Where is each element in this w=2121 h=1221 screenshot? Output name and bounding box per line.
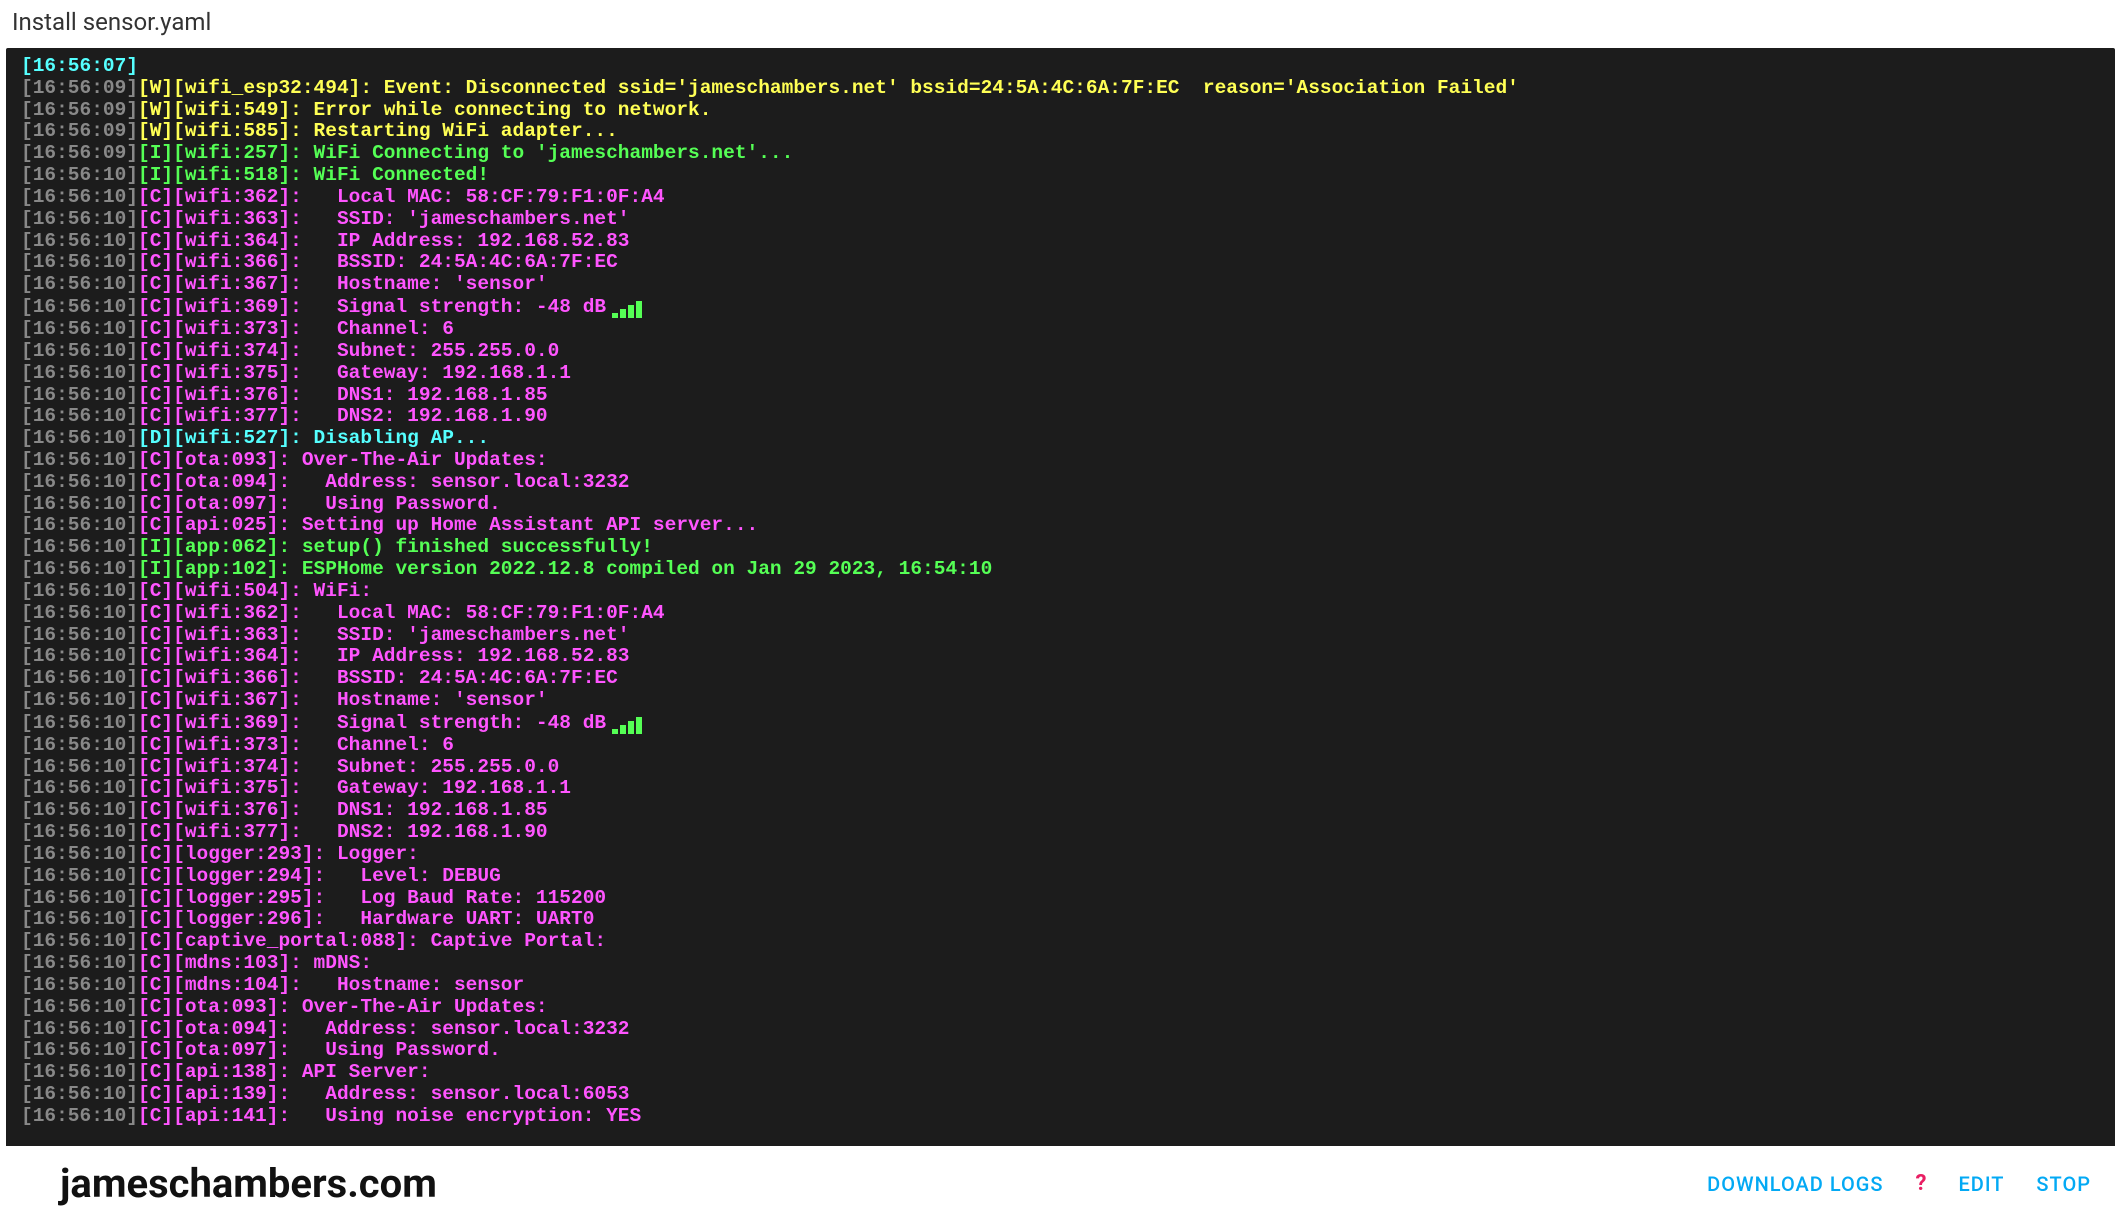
log-line: [16:56:10][C][logger:296]: Hardware UART… <box>21 909 2100 931</box>
log-line: [16:56:10][I][wifi:518]: WiFi Connected! <box>21 165 2100 187</box>
log-line: [16:56:10][C][logger:293]: Logger: <box>21 844 2100 866</box>
log-line: [16:56:10][C][api:141]: Using noise encr… <box>21 1106 2100 1128</box>
dialog-title: Install sensor.yaml <box>0 0 2121 44</box>
footer-bar: jameschambers.com DOWNLOAD LOGS ? EDIT S… <box>0 1146 2121 1221</box>
log-line: [16:56:10][C][captive_portal:088]: Capti… <box>21 931 2100 953</box>
log-line: [16:56:10][C][wifi:367]: Hostname: 'sens… <box>21 274 2100 296</box>
log-line: [16:56:10][C][ota:093]: Over-The-Air Upd… <box>21 450 2100 472</box>
log-line: [16:56:10][C][wifi:362]: Local MAC: 58:C… <box>21 187 2100 209</box>
log-line: [16:56:10][C][wifi:377]: DNS2: 192.168.1… <box>21 822 2100 844</box>
log-line: [16:56:09][I][wifi:257]: WiFi Connecting… <box>21 143 2100 165</box>
log-line: [16:56:10][C][ota:093]: Over-The-Air Upd… <box>21 997 2100 1019</box>
log-line: [16:56:10][C][ota:097]: Using Password. <box>21 1040 2100 1062</box>
log-line: [16:56:10][C][ota:094]: Address: sensor.… <box>21 1019 2100 1041</box>
stop-button[interactable]: STOP <box>2036 1172 2091 1196</box>
log-line: [16:56:09][W][wifi:585]: Restarting WiFi… <box>21 121 2100 143</box>
log-line: [16:56:10][C][wifi:364]: IP Address: 192… <box>21 646 2100 668</box>
log-line: [16:56:10][C][api:138]: API Server: <box>21 1062 2100 1084</box>
log-line: [16:56:10][C][wifi:362]: Local MAC: 58:C… <box>21 603 2100 625</box>
log-line: [16:56:10][C][wifi:374]: Subnet: 255.255… <box>21 757 2100 779</box>
log-line: [16:56:09][W][wifi_esp32:494]: Event: Di… <box>21 78 2100 100</box>
log-line: [16:56:10][C][wifi:363]: SSID: 'jamescha… <box>21 625 2100 647</box>
log-line: [16:56:10][C][wifi:374]: Subnet: 255.255… <box>21 341 2100 363</box>
log-line: [16:56:10][I][app:062]: setup() finished… <box>21 537 2100 559</box>
edit-button[interactable]: EDIT <box>1958 1172 2004 1196</box>
log-line: [16:56:10][C][wifi:376]: DNS1: 192.168.1… <box>21 800 2100 822</box>
log-line: [16:56:10][C][wifi:369]: Signal strength… <box>21 712 2100 735</box>
log-line: [16:56:10][C][logger:294]: Level: DEBUG <box>21 866 2100 888</box>
log-line: [16:56:10][C][wifi:364]: IP Address: 192… <box>21 231 2100 253</box>
log-line: [16:56:10][I][app:102]: ESPHome version … <box>21 559 2100 581</box>
log-line: [16:56:10][C][wifi:367]: Hostname: 'sens… <box>21 690 2100 712</box>
log-line: [16:56:09][W][wifi:549]: Error while con… <box>21 100 2100 122</box>
log-output[interactable]: [16:56:07][16:56:09][W][wifi_esp32:494]:… <box>6 48 2115 1152</box>
log-line: [16:56:10][D][wifi:527]: Disabling AP... <box>21 428 2100 450</box>
download-logs-button[interactable]: DOWNLOAD LOGS <box>1707 1172 1883 1196</box>
footer-actions: DOWNLOAD LOGS ? EDIT STOP <box>1707 1171 2091 1196</box>
log-line: [16:56:10][C][api:025]: Setting up Home … <box>21 515 2100 537</box>
log-line: [16:56:10][C][api:139]: Address: sensor.… <box>21 1084 2100 1106</box>
log-line: [16:56:10][C][wifi:366]: BSSID: 24:5A:4C… <box>21 252 2100 274</box>
signal-strength-icon <box>612 712 644 734</box>
log-line: [16:56:10][C][wifi:373]: Channel: 6 <box>21 735 2100 757</box>
log-line: [16:56:10][C][ota:097]: Using Password. <box>21 494 2100 516</box>
brand-text: jameschambers.com <box>60 1160 437 1207</box>
log-line: [16:56:10][C][wifi:376]: DNS1: 192.168.1… <box>21 385 2100 407</box>
signal-strength-icon <box>612 296 644 318</box>
log-line: [16:56:10][C][wifi:375]: Gateway: 192.16… <box>21 363 2100 385</box>
log-line: [16:56:10][C][wifi:369]: Signal strength… <box>21 296 2100 319</box>
log-line: [16:56:10][C][logger:295]: Log Baud Rate… <box>21 888 2100 910</box>
log-line: [16:56:10][C][wifi:363]: SSID: 'jamescha… <box>21 209 2100 231</box>
log-line: [16:56:10][C][wifi:377]: DNS2: 192.168.1… <box>21 406 2100 428</box>
help-icon[interactable]: ? <box>1916 1171 1927 1196</box>
log-line: [16:56:07] <box>21 56 2100 78</box>
log-line: [16:56:10][C][mdns:103]: mDNS: <box>21 953 2100 975</box>
log-line: [16:56:10][C][mdns:104]: Hostname: senso… <box>21 975 2100 997</box>
log-line: [16:56:10][C][wifi:504]: WiFi: <box>21 581 2100 603</box>
log-line: [16:56:10][C][wifi:373]: Channel: 6 <box>21 319 2100 341</box>
log-line: [16:56:10][C][wifi:375]: Gateway: 192.16… <box>21 778 2100 800</box>
log-line: [16:56:10][C][wifi:366]: BSSID: 24:5A:4C… <box>21 668 2100 690</box>
log-line: [16:56:10][C][ota:094]: Address: sensor.… <box>21 472 2100 494</box>
